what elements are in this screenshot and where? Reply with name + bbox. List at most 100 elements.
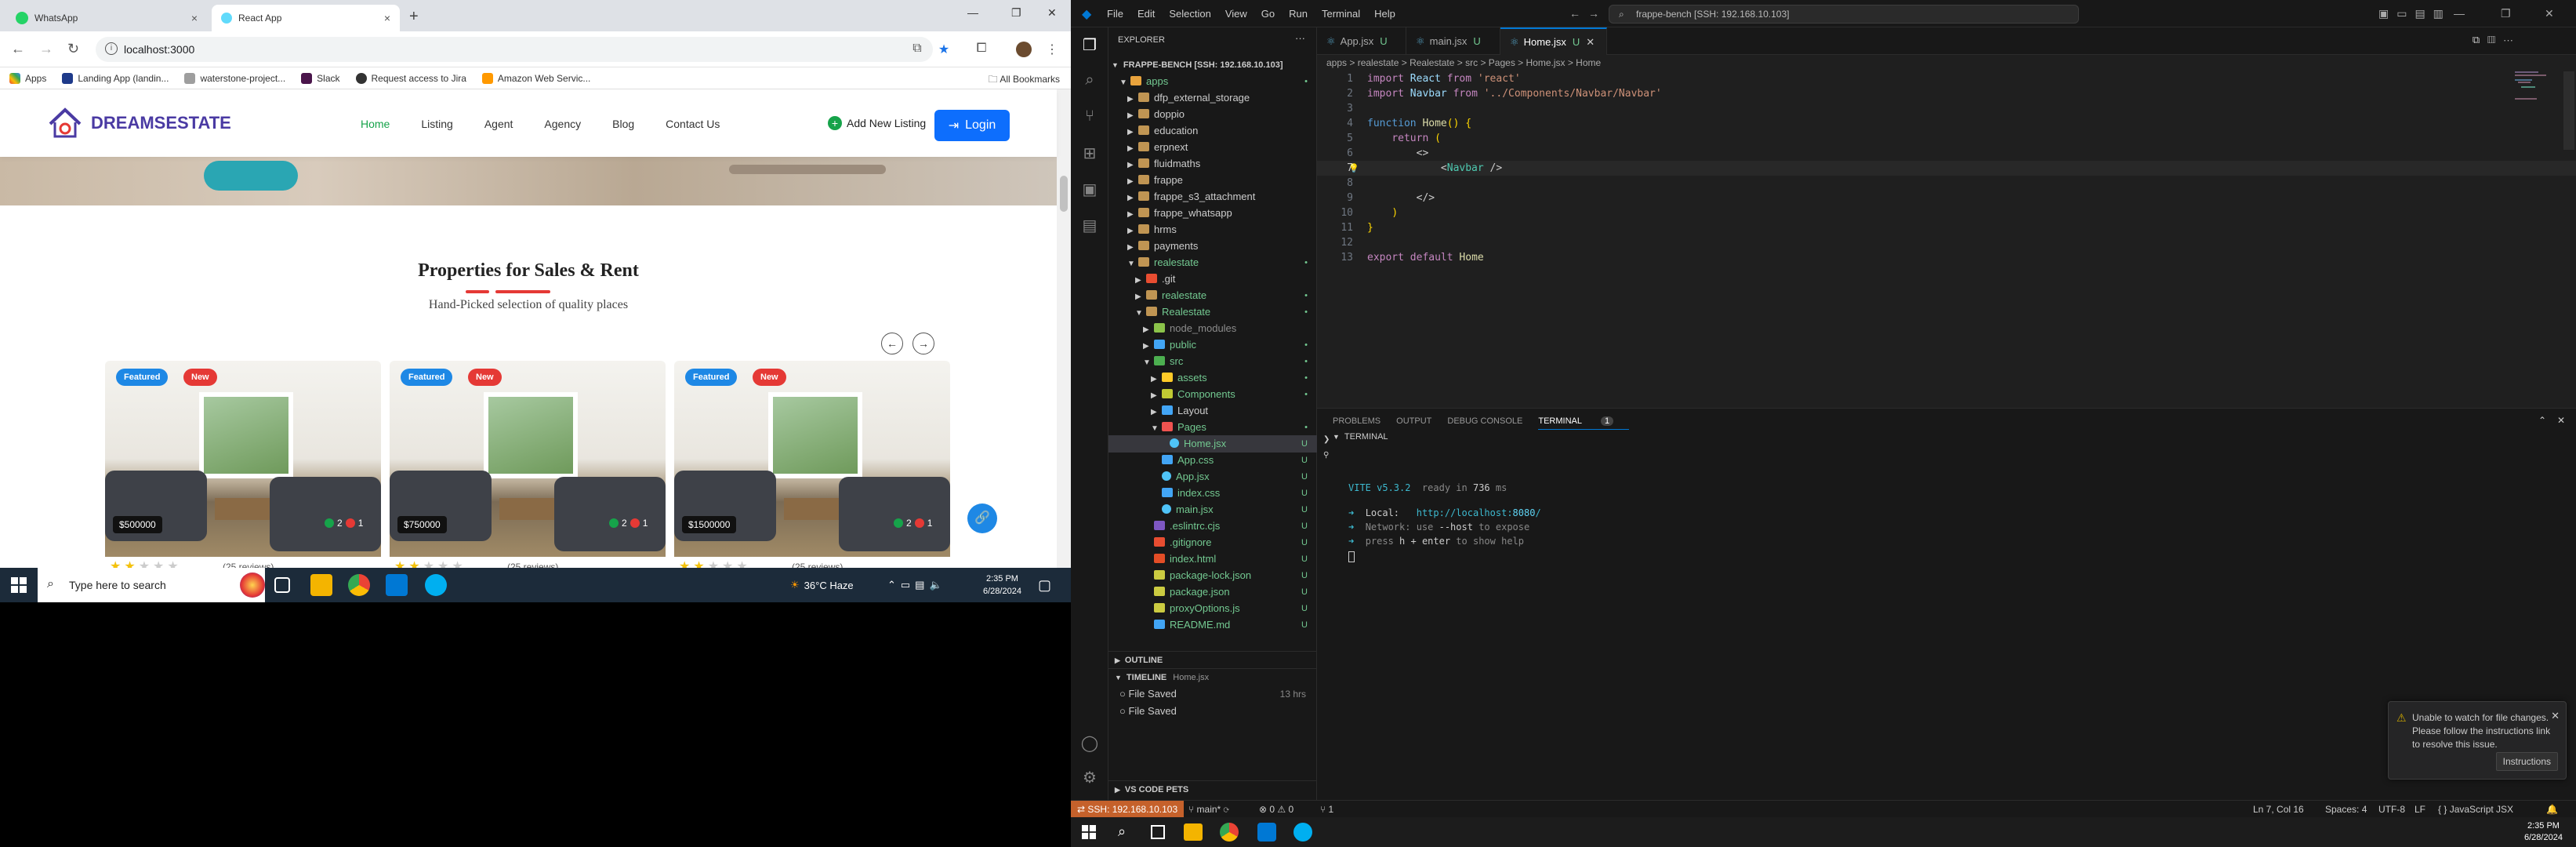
end-of-line[interactable]: LF xyxy=(2415,801,2425,818)
all-bookmarks[interactable]: 🗀 All Bookmarks xyxy=(989,72,1060,89)
scroll-thumb[interactable] xyxy=(1060,176,1068,212)
system-tray-icons[interactable]: ⌃▭▤🔈 xyxy=(887,568,947,602)
forward-icon[interactable]: → xyxy=(39,41,53,57)
tree-item[interactable]: package.json U xyxy=(1108,583,1317,601)
explorer-icon[interactable]: ❐ xyxy=(1080,35,1099,54)
bookmark-landing[interactable]: Landing App (landin... xyxy=(62,72,169,84)
back-icon[interactable]: ← xyxy=(1569,7,1580,20)
maximize-panel-icon[interactable]: ⌃ xyxy=(2538,415,2546,426)
branch-indicator[interactable]: ⑂ main* ⟳ xyxy=(1188,801,1229,818)
code-line[interactable]: 9 </> xyxy=(1317,191,2576,205)
remote-indicator[interactable]: ⇄ SSH: 192.168.10.103 xyxy=(1071,801,1185,818)
vscode-icon[interactable] xyxy=(386,574,408,596)
breadcrumb[interactable]: apps > realestate > Realestate > src > P… xyxy=(1326,57,1601,68)
tree-item[interactable]: ▶ node_modules xyxy=(1108,320,1317,337)
menu-home[interactable]: Home xyxy=(361,118,390,130)
taskbar-clock[interactable]: 2:35 PM 6/28/2024 xyxy=(983,573,1021,598)
site-logo[interactable]: DREAMSESTATE xyxy=(45,104,231,143)
code-line[interactable]: 2 import Navbar from '../Components/Navba… xyxy=(1317,86,2576,101)
search-icon[interactable]: ⌕ xyxy=(1080,71,1099,90)
tree-item[interactable]: index.css U xyxy=(1108,485,1317,502)
account-icon[interactable]: ◯ xyxy=(1080,733,1099,752)
file-explorer-icon[interactable] xyxy=(1184,823,1203,841)
code-line[interactable]: 11} xyxy=(1317,220,2576,235)
tree-item[interactable]: .gitignore U xyxy=(1108,534,1317,551)
login-button[interactable]: ⇥ Login xyxy=(934,110,1010,141)
layout-icons[interactable]: ▣▭▤▥ xyxy=(2378,7,2451,20)
page-scrollbar[interactable] xyxy=(1057,89,1071,568)
tree-item[interactable]: README.md U xyxy=(1108,616,1317,634)
menu-terminal[interactable]: Terminal xyxy=(1322,8,1360,20)
notifications-icon[interactable]: ▢ xyxy=(1038,577,1051,594)
minimize-icon[interactable]: — xyxy=(2454,7,2465,20)
chrome-icon[interactable] xyxy=(348,574,370,596)
bookmark-apps[interactable]: Apps xyxy=(9,72,46,84)
tree-item[interactable]: App.css U xyxy=(1108,452,1317,469)
tree-item[interactable]: index.html U xyxy=(1108,551,1317,568)
tree-item[interactable]: ▶ dfp_external_storage xyxy=(1108,89,1317,107)
tree-item[interactable]: ▶ frappe_s3_attachment xyxy=(1108,188,1317,205)
tree-item[interactable]: ▶ doppio xyxy=(1108,106,1317,123)
language-mode[interactable]: { } JavaScript JSX xyxy=(2438,801,2513,818)
bookmark-jira[interactable]: Request access to Jira xyxy=(355,72,466,84)
ports-indicator[interactable]: ⑂ 1 xyxy=(1320,801,1333,818)
tab-problems[interactable]: PROBLEMS xyxy=(1333,416,1381,430)
tree-item[interactable]: ▶ .git xyxy=(1108,271,1317,288)
property-card[interactable]: Featured New $750000 21 ★★★★★ (25 review… xyxy=(390,361,666,568)
skype-icon[interactable] xyxy=(425,574,447,596)
tree-item[interactable]: proxyOptions.js U xyxy=(1108,600,1317,617)
next-arrow-button[interactable]: → xyxy=(912,333,934,354)
tree-item[interactable]: ▼ apps • xyxy=(1108,73,1317,90)
code-line[interactable]: 7 <Navbar /> 💡 xyxy=(1317,161,2576,176)
code-line[interactable]: 10 ) xyxy=(1317,205,2576,220)
install-icon[interactable]: ⧉ xyxy=(909,42,925,57)
remote-explorer-icon[interactable]: ▣ xyxy=(1080,180,1099,198)
tab-terminal[interactable]: TERMINAL 1 xyxy=(1538,416,1630,430)
add-listing-link[interactable]: + Add New Listing xyxy=(828,116,926,130)
maximize-icon[interactable]: ❐ xyxy=(1011,6,1021,20)
avatar[interactable] xyxy=(1016,42,1032,57)
windows-start-icon[interactable] xyxy=(1082,825,1096,839)
menu-blog[interactable]: Blog xyxy=(612,118,634,130)
minimize-icon[interactable]: — xyxy=(967,6,978,19)
tree-item[interactable]: Home.jsx U xyxy=(1108,435,1317,453)
code-line[interactable]: 5 return ( xyxy=(1317,131,2576,146)
vscode-pets-section[interactable]: ▶ VS CODE PETS xyxy=(1108,780,1317,798)
close-icon[interactable]: ✕ xyxy=(2551,710,2560,722)
outline-section[interactable]: ▶ OUTLINE xyxy=(1108,651,1317,668)
forward-icon[interactable]: → xyxy=(1588,7,1599,20)
property-card[interactable]: Featured New $1500000 21 ★★★★★ (25 revie… xyxy=(674,361,950,568)
editor-actions-icons[interactable]: ⧉▥⋯ xyxy=(2473,34,2521,46)
tree-item[interactable]: package-lock.json U xyxy=(1108,567,1317,584)
chrome-icon[interactable] xyxy=(1220,823,1239,842)
tree-item[interactable]: App.jsx U xyxy=(1108,468,1317,485)
file-explorer-icon[interactable] xyxy=(310,574,332,596)
tab-whatsapp[interactable]: WhatsApp × xyxy=(6,5,207,31)
tree-item[interactable]: ▼ Pages • xyxy=(1108,419,1317,436)
gear-icon[interactable]: ⚙ xyxy=(1080,768,1099,787)
command-center[interactable]: ⌕ frappe-bench [SSH: 192.168.10.103] xyxy=(1609,5,2079,24)
bookmark-waterstone[interactable]: waterstone-project... xyxy=(184,72,285,84)
close-window-icon[interactable]: ✕ xyxy=(1047,6,1057,20)
explorer-root[interactable]: ▼ FRAPPE-BENCH [SSH: 192.168.10.103] xyxy=(1112,57,1317,73)
menu-listing[interactable]: Listing xyxy=(421,118,452,130)
vscode-icon[interactable] xyxy=(1257,823,1276,842)
taskbar-search[interactable]: ⌕ Type here to search xyxy=(38,568,265,602)
source-control-icon[interactable]: ⑂ xyxy=(1080,107,1099,126)
menu-view[interactable]: View xyxy=(1225,8,1247,20)
editor-scrollbar[interactable] xyxy=(2563,71,2574,150)
tree-item[interactable]: ▶ education xyxy=(1108,122,1317,140)
menu-edit[interactable]: Edit xyxy=(1137,8,1155,20)
tree-item[interactable]: ▼ Realestate • xyxy=(1108,304,1317,321)
indentation[interactable]: Spaces: 4 xyxy=(2325,801,2367,818)
close-window-icon[interactable]: ✕ xyxy=(2545,7,2554,20)
skype-icon[interactable] xyxy=(1293,823,1312,842)
weather-widget[interactable]: ☀ 36°C Haze xyxy=(790,568,854,602)
tree-item[interactable]: ▶ Layout xyxy=(1108,402,1317,420)
tree-item[interactable]: ▼ src • xyxy=(1108,353,1317,370)
site-info-icon[interactable]: i xyxy=(105,42,118,55)
address-bar[interactable]: i localhost:3000 xyxy=(96,37,933,62)
tree-item[interactable]: ▶ assets • xyxy=(1108,369,1317,387)
code-line[interactable]: 12 xyxy=(1317,235,2576,250)
tab-debug-console[interactable]: DEBUG CONSOLE xyxy=(1447,416,1522,430)
